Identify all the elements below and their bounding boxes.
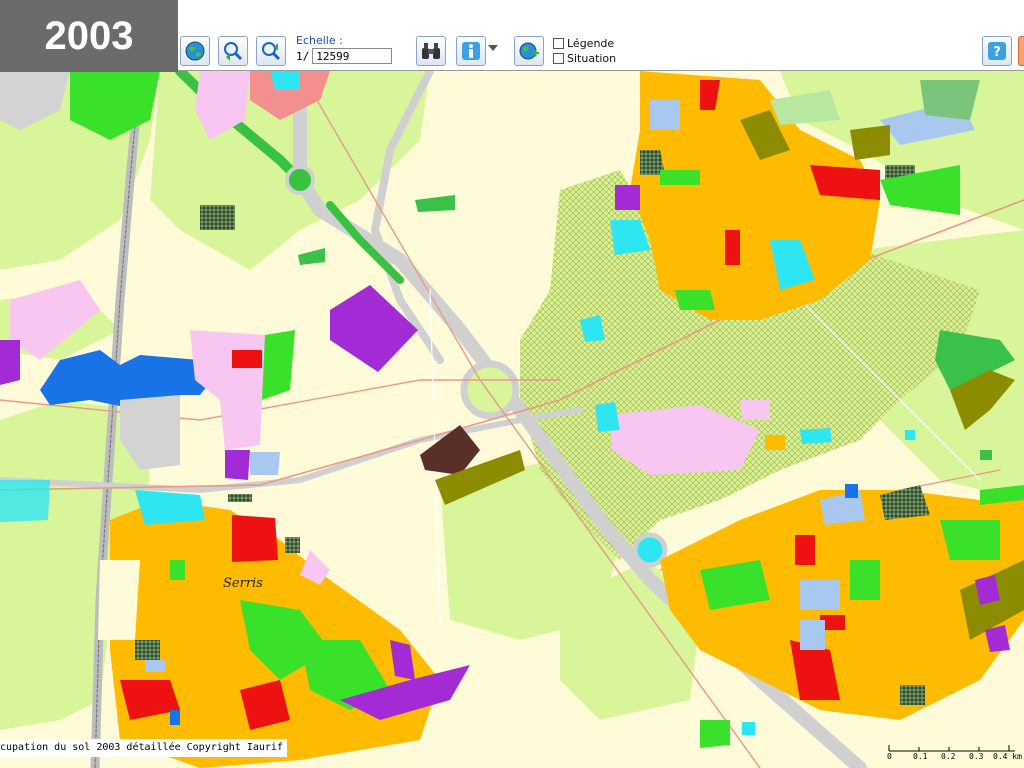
scale-tick-2: 0.2	[941, 752, 956, 761]
copyright-caption: cupation du sol 2003 détaillée Copyright…	[0, 739, 287, 757]
zoom-in-icon	[224, 42, 243, 61]
scale-input[interactable]	[312, 48, 393, 64]
binoculars-icon	[422, 43, 440, 59]
globe-button[interactable]	[180, 36, 210, 66]
help-icon: ?	[988, 42, 1006, 60]
info-button[interactable]	[456, 36, 486, 66]
zoom-out-button[interactable]	[256, 36, 286, 66]
place-label-serris: Serris	[223, 576, 263, 591]
scale-tick-3: 0.3	[969, 752, 984, 761]
svg-text:?: ?	[993, 45, 1001, 60]
zoom-in-button[interactable]	[218, 36, 248, 66]
scale-tick-0: 0	[887, 752, 892, 761]
situation-checkbox-row[interactable]: Situation	[553, 52, 616, 65]
legend-checkbox[interactable]	[553, 38, 564, 49]
scale-tick-1: 0.1	[913, 752, 928, 761]
info-icon	[462, 42, 480, 60]
year-badge: 2003	[0, 0, 178, 72]
legend-checkbox-row[interactable]: Légende	[553, 37, 614, 50]
land-use-map[interactable]: Serris	[0, 71, 1024, 768]
search-button[interactable]	[416, 36, 446, 66]
scale-control: Echelle : 1/	[296, 34, 402, 64]
info-dropdown-arrow-icon[interactable]	[488, 45, 498, 51]
add-layer-button[interactable]	[514, 36, 544, 66]
globe-icon	[185, 41, 205, 61]
legend-label: Légende	[567, 37, 615, 50]
map-canvas	[0, 71, 1024, 768]
situation-checkbox[interactable]	[553, 53, 564, 64]
scale-bar: 0 0.1 0.2 0.3 0.4 km	[885, 740, 1024, 768]
help-button[interactable]: ?	[982, 36, 1012, 66]
scale-tick-4: 0.4 km	[993, 752, 1022, 761]
situation-label: Situation	[567, 52, 617, 65]
scale-label: Echelle :	[296, 34, 343, 47]
close-edge-button[interactable]	[1018, 36, 1024, 66]
zoom-out-icon	[262, 42, 281, 61]
globe-add-icon	[519, 42, 539, 60]
scale-prefix: 1/	[296, 49, 310, 63]
